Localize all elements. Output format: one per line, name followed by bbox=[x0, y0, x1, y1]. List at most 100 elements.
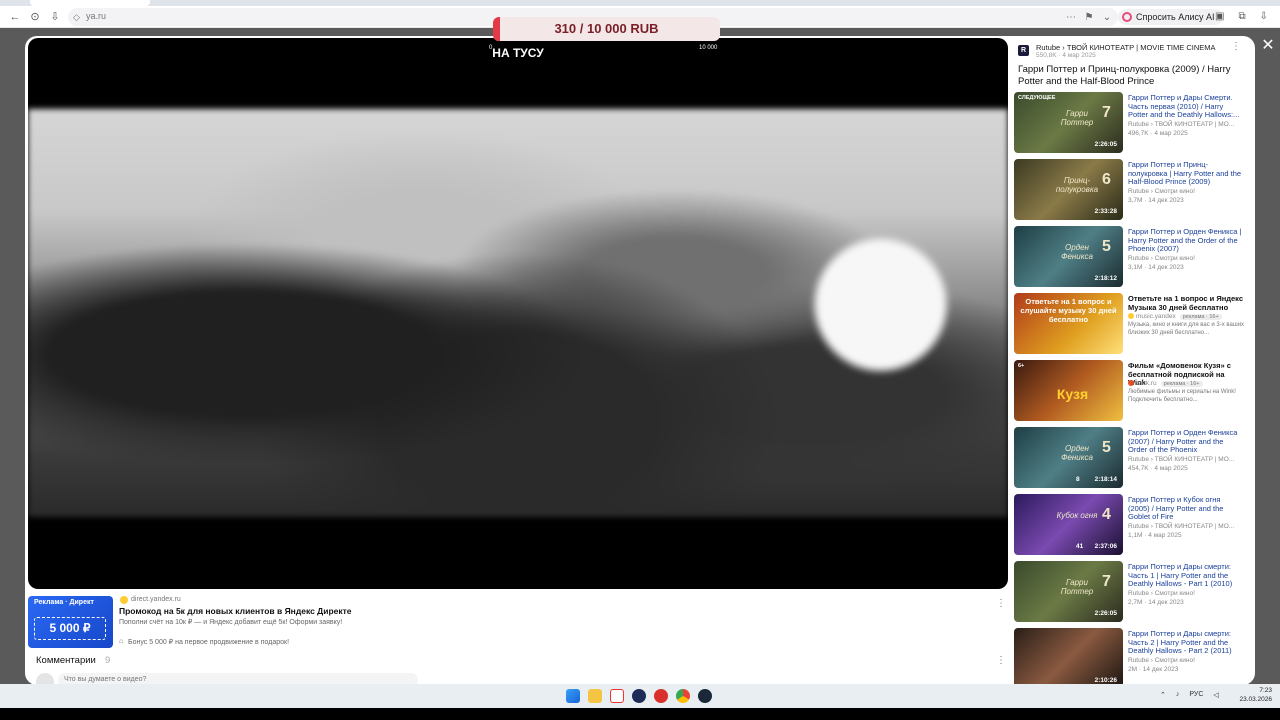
recommendation-meta: 496,7K · 4 мар 2025 bbox=[1128, 129, 1188, 137]
recommendation-source: Rutube › ТВОЙ КИНОТЕАТР | МО... bbox=[1128, 456, 1234, 463]
back-icon[interactable]: ← bbox=[8, 10, 22, 24]
file-explorer-icon[interactable] bbox=[588, 689, 602, 703]
source-text: music.yandex bbox=[1136, 313, 1176, 320]
recommendation-title[interactable]: Гарри Поттер и Кубок огня (2005) / Harry… bbox=[1128, 495, 1244, 522]
video-title: Гарри Поттер и Принц-полукровка (2009) /… bbox=[1018, 64, 1231, 87]
advertiser-icon bbox=[1128, 380, 1134, 387]
source-text: Rutube › Смотри кино! bbox=[1128, 656, 1195, 664]
video-more-icon[interactable]: ⋮ bbox=[1231, 41, 1241, 53]
recommendation-source: Rutube › Смотри кино! bbox=[1128, 590, 1195, 597]
donation-text: 310 / 10 000 RUB bbox=[554, 21, 659, 36]
recommendation-thumbnail[interactable]: Гарри Поттер 7 2:26:05 bbox=[1014, 561, 1123, 622]
app-icon[interactable] bbox=[632, 689, 646, 703]
thumbnail-badge: 6+ bbox=[1018, 363, 1025, 369]
url-text: ya.ru bbox=[86, 11, 107, 21]
recommendation-title[interactable]: Ответьте на 1 вопрос и Яндекс Музыка 30 … bbox=[1128, 294, 1244, 312]
thumbnail-comments-count: 8 bbox=[1076, 476, 1080, 483]
recommendation-thumbnail[interactable]: Кубок огня 4 41 2:37:06 bbox=[1014, 494, 1123, 555]
source-text: wink.ru bbox=[1136, 380, 1157, 387]
ask-alice-button[interactable]: Спросить Алису AI bbox=[1118, 9, 1223, 25]
recommendation-title[interactable]: Гарри Поттер и Орден Феникса | Harry Pot… bbox=[1128, 227, 1244, 254]
recommendation-title[interactable]: Гарри Поттер и Дары смерти: Часть 1 | Ha… bbox=[1128, 562, 1244, 589]
ad-label: реклама · 16+ bbox=[1160, 381, 1203, 387]
thumbnail-caption: Кубок огня bbox=[1056, 511, 1098, 520]
bookmark-icon[interactable]: ⚑ bbox=[1082, 12, 1096, 23]
ad-more-icon[interactable]: ⋮ bbox=[996, 598, 1006, 610]
recommendation-item[interactable]: Принц-полукровка 6 2:33:28 Гарри Поттер и П… bbox=[1014, 159, 1248, 221]
recommendation-title[interactable]: Гарри Поттер и Дары смерти: Часть 2 | Ha… bbox=[1128, 629, 1244, 656]
channel-meta: 550,8K · 4 мар 2025 bbox=[1036, 52, 1096, 59]
recommendation-thumbnail[interactable]: Гарри Поттер 7 СЛЕДУЮЩЕЕ 2:26:05 bbox=[1014, 92, 1123, 153]
volume-icon[interactable]: ◁ bbox=[1213, 691, 1218, 699]
recorder-icon[interactable] bbox=[654, 689, 668, 703]
rutube-logo-icon: R bbox=[1018, 45, 1029, 56]
thumbnail-number: 6 bbox=[1102, 171, 1111, 188]
donation-progress-fill bbox=[493, 17, 501, 41]
recommendation-item[interactable]: 2:10:26 Гарри Поттер и Дары смерти: Часть… bbox=[1014, 628, 1248, 690]
recommendation-source: Rutube › Смотри кино! bbox=[1128, 188, 1195, 195]
video-duration: 2:26:05 bbox=[1094, 610, 1117, 617]
ad-thumbnail[interactable]: Реклама · Директ 5 000 ₽ bbox=[28, 596, 113, 648]
download-icon[interactable]: ⇩ bbox=[48, 10, 62, 24]
video-frame[interactable] bbox=[28, 109, 1008, 517]
collections-icon[interactable]: ⧉ bbox=[1238, 11, 1245, 22]
microphone-icon[interactable]: ♪ bbox=[1176, 691, 1180, 699]
chevron-up-icon[interactable]: ⌃ bbox=[1160, 691, 1166, 699]
sidebar-ad-item[interactable]: Ответьте на 1 вопрос и слушайте музыку 3… bbox=[1014, 293, 1248, 355]
recommendation-item[interactable]: Гарри Поттер 7 СЛЕДУЮЩЕЕ 2:26:05 Гарри Потте… bbox=[1014, 92, 1248, 154]
recommendation-source: Rutube › Смотри кино! bbox=[1128, 255, 1195, 262]
more-icon[interactable]: ⋯ bbox=[1064, 12, 1078, 23]
recommendation-title[interactable]: Гарри Поттер и Орден Феникса (2007) / Ha… bbox=[1128, 428, 1244, 455]
recommendation-item[interactable]: Орден Феникса 5 2:18:12 Гарри Поттер и Орде… bbox=[1014, 226, 1248, 288]
recommendation-meta: 2,7M · 14 дек 2023 bbox=[1128, 598, 1184, 606]
ad-description: Музыка, кино и книги для вас и 3-х ваших… bbox=[1128, 322, 1245, 336]
thumbnail-caption: Кузя bbox=[1056, 386, 1089, 402]
source-text: Rutube › Смотри кино! bbox=[1128, 254, 1195, 262]
recommendation-thumbnail[interactable]: Орден Феникса 5 2:18:12 bbox=[1014, 226, 1123, 287]
recommendation-item[interactable]: Орден Феникса 5 8 2:18:14 Гарри Поттер и Орд… bbox=[1014, 427, 1248, 489]
recommendation-meta: 3,1M · 14 дек 2023 bbox=[1128, 263, 1184, 271]
ad-description: Любимые фильмы и сериалы на Wink! Подклю… bbox=[1128, 389, 1236, 403]
clock[interactable]: 7:23 23.03.2026 bbox=[1236, 686, 1272, 704]
recommendation-thumbnail[interactable]: Орден Феникса 5 8 2:18:14 bbox=[1014, 427, 1123, 488]
donation-min-label: 0 bbox=[489, 45, 493, 51]
thumbnail-badge: СЛЕДУЮЩЕЕ bbox=[1018, 95, 1056, 101]
ad-title[interactable]: Промокод на 5к для новых клиентов в Янде… bbox=[119, 606, 352, 616]
channel-name[interactable]: Rutube › ТВОЙ КИНОТЕАТР | MOVIE TIME CIN… bbox=[1036, 43, 1216, 52]
recommendation-thumbnail[interactable]: Принц-полукровка 6 2:33:28 bbox=[1014, 159, 1123, 220]
recommendation-item[interactable]: Кубок огня 4 41 2:37:06 Гарри Поттер и Кубок… bbox=[1014, 494, 1248, 556]
recommendation-thumbnail[interactable]: Кузя 6+ bbox=[1014, 360, 1123, 421]
close-icon[interactable]: ✕ bbox=[1260, 38, 1276, 54]
video-duration: 2:18:12 bbox=[1094, 275, 1117, 282]
clock-time: 7:23 bbox=[1259, 687, 1272, 694]
chrome-icon[interactable] bbox=[676, 689, 690, 703]
recommendation-meta: 454,7K · 4 мар 2025 bbox=[1128, 464, 1188, 472]
downloads-icon[interactable]: ⇩ bbox=[1260, 11, 1268, 22]
thumbnail-caption: Гарри Поттер bbox=[1060, 578, 1094, 596]
recommendation-item[interactable]: Гарри Поттер 7 2:26:05 Гарри Поттер и Дары … bbox=[1014, 561, 1248, 623]
recommendation-thumbnail[interactable]: Ответьте на 1 вопрос и слушайте музыку 3… bbox=[1014, 293, 1123, 354]
windows-start-icon[interactable] bbox=[566, 689, 580, 703]
video-duration: 2:37:06 bbox=[1094, 543, 1117, 550]
comments-more-icon[interactable]: ⋮ bbox=[996, 655, 1006, 667]
recommendation-source: music.yandex реклама · 16+ bbox=[1128, 313, 1222, 320]
video-duration: 2:18:14 bbox=[1094, 476, 1117, 483]
recommendation-title[interactable]: Гарри Поттер и Дары Смерти. Часть первая… bbox=[1128, 93, 1244, 120]
steam-icon[interactable] bbox=[698, 689, 712, 703]
chevron-down-icon[interactable]: ⌄ bbox=[1100, 12, 1114, 23]
video-duration: 2:10:26 bbox=[1094, 677, 1117, 684]
ad-domain[interactable]: direct.yandex.ru bbox=[131, 596, 181, 603]
picture-in-picture-icon[interactable]: ▣ bbox=[1215, 11, 1224, 22]
recommendation-thumbnail[interactable]: 2:10:26 bbox=[1014, 628, 1123, 689]
comments-heading: Комментарии bbox=[36, 655, 96, 666]
lang-indicator[interactable]: РУС bbox=[1189, 691, 1203, 699]
tab-view-icon[interactable]: ⊙ bbox=[28, 10, 42, 24]
recommendation-title[interactable]: Гарри Поттер и Принц-полукровка | Harry … bbox=[1128, 160, 1244, 187]
sidebar-ad-item[interactable]: Кузя 6+ Фильм «Домовенок Кузя» с бесплатно… bbox=[1014, 360, 1248, 422]
video-player[interactable]: НА ТУСУ bbox=[28, 38, 1008, 589]
yandex-browser-icon[interactable] bbox=[610, 689, 624, 703]
clock-date: 23.03.2026 bbox=[1239, 696, 1272, 703]
thumbnail-comments-count: 41 bbox=[1076, 543, 1084, 550]
source-text: Rutube › ТВОЙ КИНОТЕАТР | МО... bbox=[1128, 120, 1235, 128]
screen-bottom-edge bbox=[0, 708, 1280, 720]
